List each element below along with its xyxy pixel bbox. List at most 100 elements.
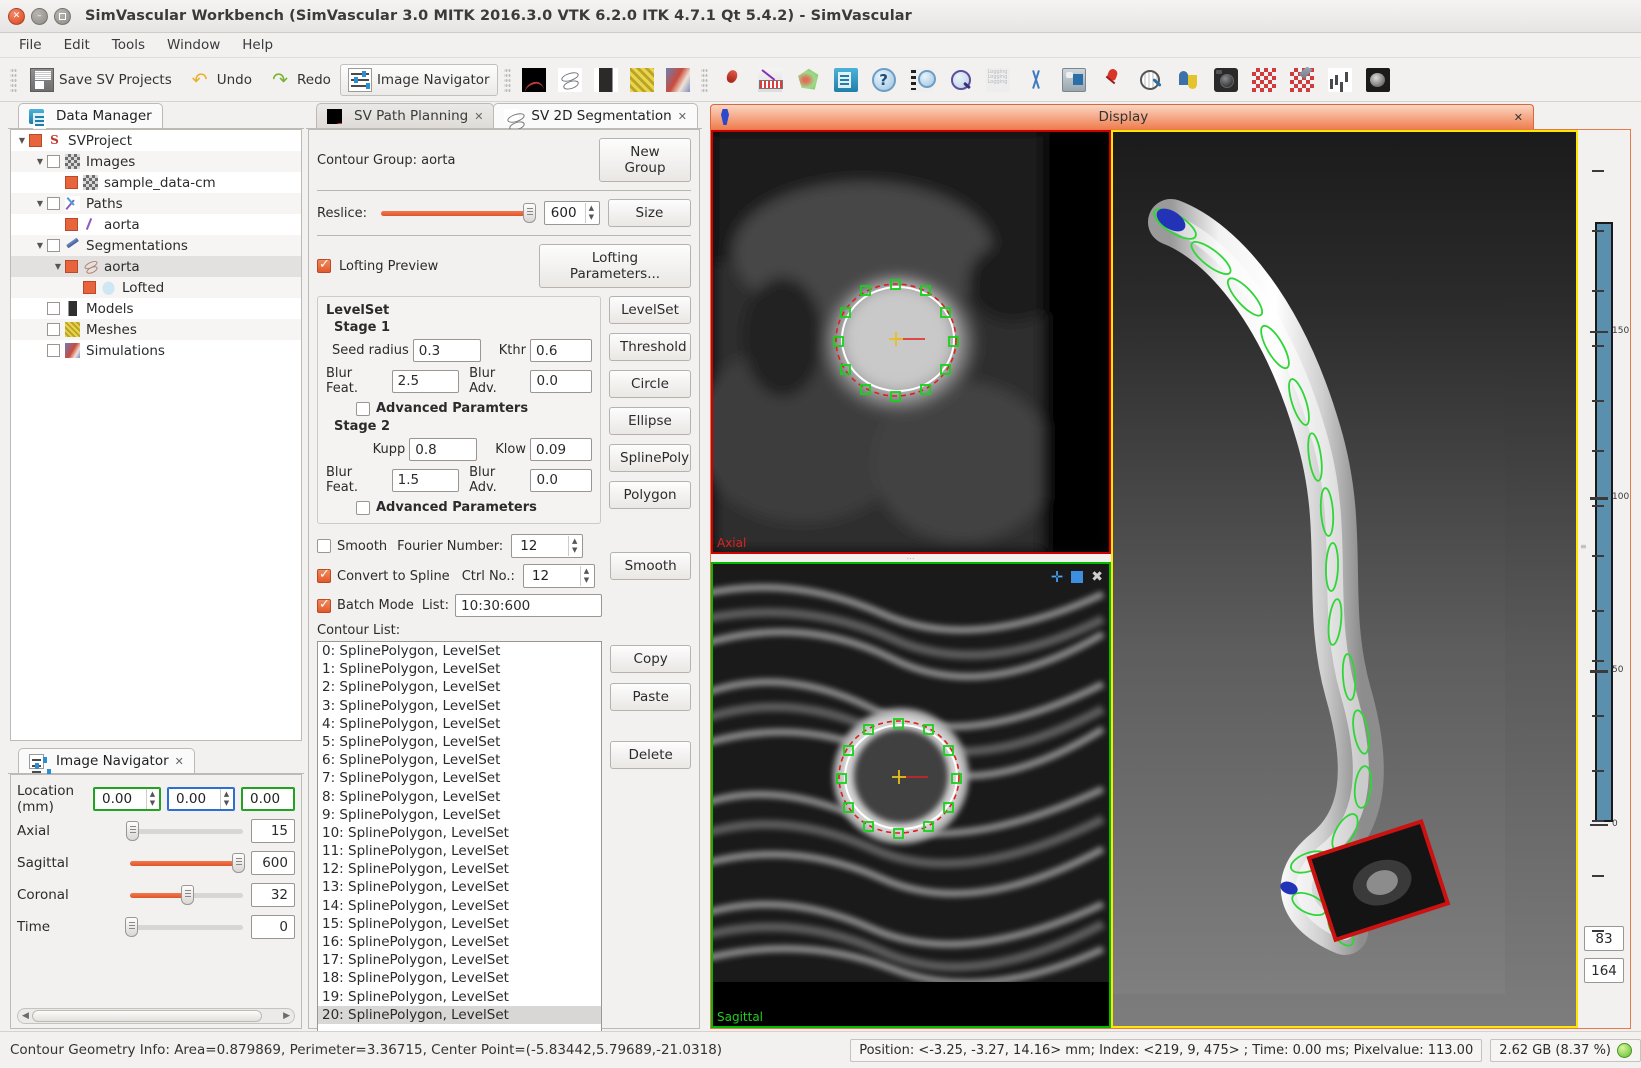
close-icon[interactable]: ✕ <box>175 755 184 768</box>
convert-spline-checkbox[interactable] <box>317 567 331 583</box>
spin-buttons[interactable]: ▲ ▼ <box>579 566 592 586</box>
kthr-field[interactable]: 0.6 <box>530 339 592 362</box>
level-window-widget[interactable]: ≡ 83 164 150 100 50 0 <box>1578 130 1630 1028</box>
contour-list-item[interactable]: 2: SplinePolygon, LevelSet <box>318 678 601 696</box>
tree-item-models[interactable]: Models <box>11 298 301 319</box>
tab-sv-2d-segmentation[interactable]: SV 2D Segmentation ✕ <box>493 103 698 128</box>
data-manager-icon[interactable] <box>833 67 858 92</box>
tree-item-aorta[interactable]: ▼ aorta <box>11 256 301 277</box>
location-y-spinner[interactable]: ▲▼ <box>167 787 235 811</box>
expand-arrow-icon[interactable]: ▼ <box>51 262 65 271</box>
expand-arrow-icon[interactable]: ▼ <box>33 157 47 166</box>
help-search-icon[interactable] <box>948 68 972 92</box>
contour-list-item[interactable]: 6: SplinePolygon, LevelSet <box>318 751 601 769</box>
coronal-slider[interactable] <box>130 885 243 905</box>
contour-list[interactable]: 0: SplinePolygon, LevelSet 1: SplinePolyg… <box>317 641 603 1046</box>
blur-adv2-field[interactable]: 0.0 <box>530 468 592 492</box>
lofting-preview-check-wrap[interactable]: Lofting Preview <box>317 257 438 274</box>
python-icon[interactable] <box>1176 68 1200 92</box>
contour-list-item[interactable]: 10: SplinePolygon, LevelSet <box>318 824 601 842</box>
slider-handle[interactable] <box>232 853 246 873</box>
save-sv-projects-button[interactable]: Save SV Projects <box>23 65 179 95</box>
menu-file[interactable]: File <box>8 35 53 55</box>
pin-icon[interactable] <box>1100 68 1124 92</box>
stage2-advanced-row[interactable]: Advanced Parameters <box>356 500 592 515</box>
fourier-spinner[interactable]: ▲▼ <box>511 534 584 558</box>
lofting-parameters-button[interactable]: Lofting Parameters... <box>539 244 691 288</box>
menu-window[interactable]: Window <box>156 35 231 55</box>
slider-handle[interactable] <box>125 917 139 937</box>
model-icon[interactable] <box>593 67 618 92</box>
toolbar-grip[interactable] <box>10 66 17 93</box>
blur-adv1-field[interactable]: 0.0 <box>530 369 592 393</box>
toolbar-grip-2[interactable] <box>503 66 511 93</box>
help-contents-icon[interactable] <box>909 67 936 92</box>
histogram-icon[interactable] <box>1327 67 1352 92</box>
slider-handle[interactable] <box>126 821 140 841</box>
axial-view[interactable]: Axial <box>711 130 1111 554</box>
surface-icon[interactable] <box>797 68 819 90</box>
visibility-checkbox[interactable] <box>47 155 60 168</box>
expand-arrow-icon[interactable]: ▼ <box>33 241 47 250</box>
tree-item-meshes[interactable]: Meshes <box>11 319 301 340</box>
path-planning-icon[interactable] <box>521 67 546 92</box>
sagittal-slider[interactable] <box>130 853 246 873</box>
stage1-advanced-checkbox[interactable] <box>356 401 370 416</box>
undo-button[interactable]: ↶ Undo <box>181 65 259 95</box>
scroll-right-icon[interactable]: ▶ <box>283 1011 290 1021</box>
movie-icon[interactable] <box>1289 67 1314 92</box>
visibility-checkbox[interactable] <box>29 134 42 147</box>
location-x-spinner[interactable]: ▲▼ <box>93 787 161 811</box>
spin-buttons[interactable]: ▲ ▼ <box>584 203 597 223</box>
contour-list-item[interactable]: 12: SplinePolygon, LevelSet <box>318 860 601 878</box>
visibility-checkbox[interactable] <box>65 260 78 273</box>
size-button[interactable]: Size <box>607 199 691 227</box>
axial-value[interactable]: 15 <box>251 819 295 843</box>
location-y-input[interactable] <box>174 790 218 808</box>
slider-handle[interactable] <box>523 203 537 223</box>
tree-item-segmentations[interactable]: ▼ Segmentations <box>11 235 301 256</box>
contour-list-item[interactable]: 15: SplinePolygon, LevelSet <box>318 915 601 933</box>
contour-list-item[interactable]: 19: SplinePolygon, LevelSet <box>318 988 601 1006</box>
stage2-advanced-checkbox[interactable] <box>356 500 370 515</box>
copy-button[interactable]: Copy <box>610 645 691 673</box>
delete-button[interactable]: Delete <box>610 741 691 769</box>
splinepoly-button[interactable]: SplinePoly <box>609 444 691 472</box>
horizontal-scrollbar[interactable]: ◀ ▶ <box>17 1008 295 1024</box>
new-group-button[interactable]: New Group <box>599 138 691 182</box>
tab-sv-path-planning[interactable]: SV Path Planning ✕ <box>316 103 495 128</box>
coronal-value[interactable]: 32 <box>251 883 295 907</box>
image-navigator2-icon[interactable] <box>1138 68 1162 92</box>
contour-list-item[interactable]: 9: SplinePolygon, LevelSet <box>318 806 601 824</box>
minimize-icon[interactable]: – <box>31 7 48 25</box>
data-manager-tree[interactable]: ▼ S SVProject ▼ Images sample_data-cm ▼ Paths ao… <box>10 129 302 741</box>
blob-icon[interactable] <box>1365 67 1390 92</box>
3d-view[interactable]: 3D <box>1111 130 1578 1028</box>
time-slider[interactable] <box>125 917 243 937</box>
smooth-checkbox[interactable] <box>317 539 331 553</box>
redo-button[interactable]: ↷ Redo <box>261 65 338 95</box>
visibility-checkbox[interactable] <box>47 197 60 210</box>
dicom-icon[interactable] <box>720 68 744 92</box>
contour-list-item[interactable]: 4: SplinePolygon, LevelSet <box>318 715 601 733</box>
expand-arrow-icon[interactable]: ▼ <box>15 136 29 145</box>
contour-list-item[interactable]: 1: SplinePolygon, LevelSet <box>318 660 601 678</box>
ctrl-no-spinner[interactable]: ▲▼ <box>522 564 595 588</box>
klow-field[interactable]: 0.09 <box>530 438 592 461</box>
contour-list-item[interactable]: 14: SplinePolygon, LevelSet <box>318 897 601 915</box>
ctrl-no-input[interactable] <box>529 567 578 585</box>
scrollbar-thumb[interactable] <box>32 1010 262 1022</box>
contour-list-item[interactable]: 5: SplinePolygon, LevelSet <box>318 733 601 751</box>
segmentation-icon[interactable] <box>557 67 582 92</box>
slider-handle[interactable] <box>180 885 194 905</box>
blur-feat1-field[interactable]: 2.5 <box>391 369 460 393</box>
contour-list-item[interactable]: 16: SplinePolygon, LevelSet <box>318 933 601 951</box>
kupp-field[interactable]: 0.8 <box>409 438 478 461</box>
lofting-preview-checkbox[interactable] <box>317 257 331 273</box>
threshold-button[interactable]: Threshold <box>609 333 691 361</box>
location-x-input[interactable] <box>100 790 144 808</box>
contour-list-item[interactable]: 8: SplinePolygon, LevelSet <box>318 788 601 806</box>
level-upper-spinner[interactable]: 164 <box>1584 958 1624 983</box>
maximize-icon[interactable] <box>54 7 71 25</box>
expand-arrow-icon[interactable]: ▼ <box>33 199 47 208</box>
